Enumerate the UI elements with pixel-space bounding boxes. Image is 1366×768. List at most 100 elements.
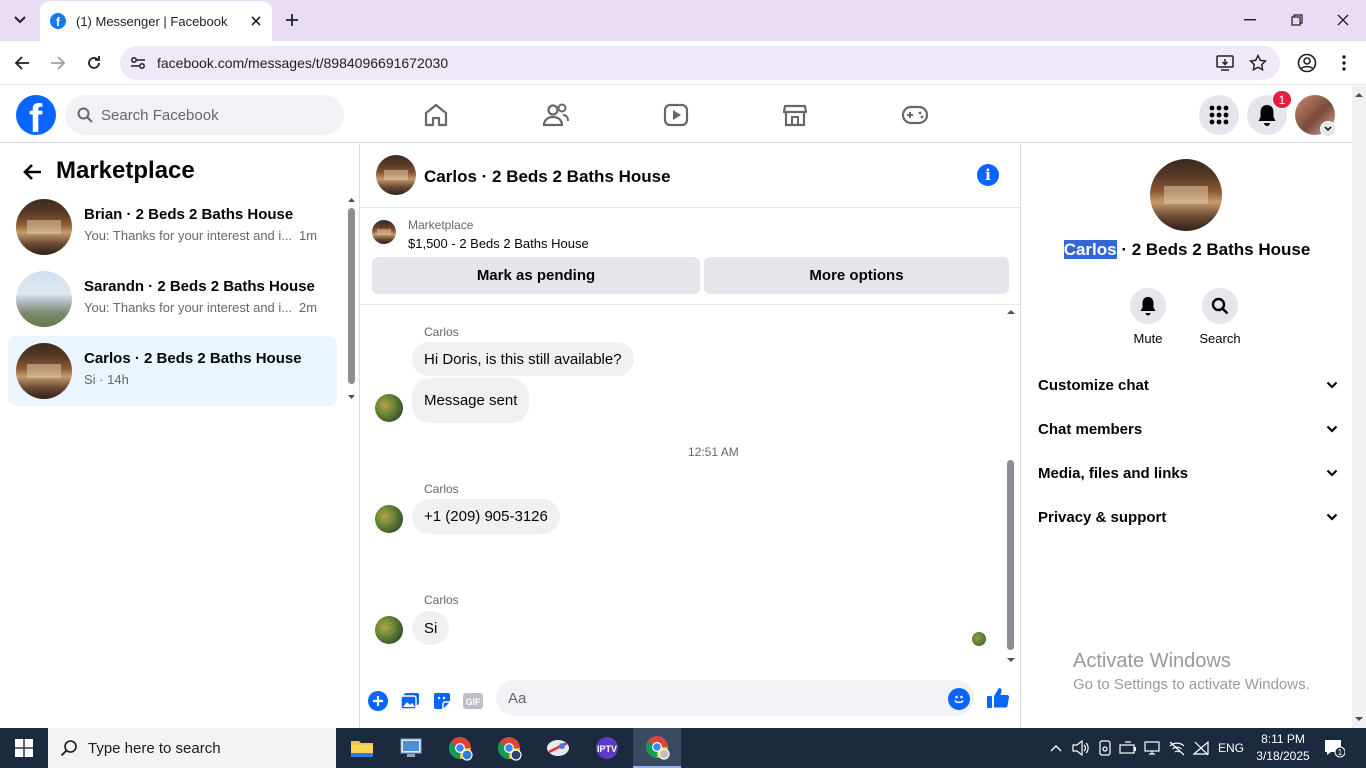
restore-window-icon[interactable]	[1280, 6, 1314, 34]
url-text: facebook.com/messages/t/8984096691672030	[157, 55, 449, 71]
marketplace-icon[interactable]	[780, 100, 810, 130]
action-center-icon[interactable]: 1	[1322, 736, 1346, 760]
tray-chevron-up-icon[interactable]	[1046, 728, 1066, 768]
message-input-box[interactable]	[496, 680, 974, 716]
battery-icon[interactable]	[1117, 728, 1139, 768]
site-info-icon[interactable]	[126, 51, 150, 75]
minimize-window-icon[interactable]	[1233, 6, 1267, 34]
sender-avatar[interactable]	[375, 394, 403, 422]
watermark-line2: Go to Settings to activate Windows.	[1073, 676, 1310, 693]
message-thread: Carlos Hi Doris, is this still available…	[361, 306, 1021, 676]
taskbar-search-box[interactable]	[48, 728, 336, 768]
listing-label: Marketplace	[408, 218, 474, 232]
forward-arrow-icon[interactable]	[44, 49, 72, 77]
network-icon[interactable]	[1142, 728, 1164, 768]
facebook-search-box[interactable]	[65, 95, 344, 135]
search-in-conversation-button[interactable]: Search	[1188, 288, 1252, 346]
page-scrollbar[interactable]	[1352, 86, 1366, 728]
facebook-favicon-icon: f	[50, 13, 66, 29]
sender-avatar[interactable]	[375, 616, 403, 644]
gif-icon[interactable]: GIF	[461, 689, 485, 713]
chrome-profile-1-icon[interactable]	[436, 728, 484, 768]
more-options-button[interactable]: More options	[704, 257, 1009, 294]
chat-members-section[interactable]: Chat members	[1038, 409, 1338, 449]
facebook-search-input[interactable]	[101, 106, 321, 124]
sender-avatar[interactable]	[375, 505, 403, 533]
message-bubble[interactable]: Message sent	[412, 378, 530, 423]
conversation-snippet: You: Thanks for your interest and i...	[84, 228, 293, 243]
browser-menu-kebab-icon[interactable]	[1330, 49, 1358, 77]
info-icon[interactable]: i	[977, 164, 999, 186]
conversation-item-active[interactable]: Carlos · 2 Beds 2 Baths House Si · 14h	[8, 336, 337, 406]
chat-title[interactable]: Carlos · 2 Beds 2 Baths House	[424, 167, 671, 187]
address-bar[interactable]: facebook.com/messages/t/8984096691672030	[120, 46, 1280, 80]
svg-text:GIF: GIF	[466, 697, 482, 707]
message-bubble[interactable]: Si	[412, 611, 450, 645]
new-tab-plus-icon[interactable]	[280, 8, 304, 32]
message-input[interactable]	[508, 689, 928, 707]
photo-attach-icon[interactable]	[398, 689, 422, 713]
volume-icon[interactable]	[1070, 728, 1092, 768]
emoji-icon[interactable]	[948, 688, 970, 710]
section-label: Privacy & support	[1038, 508, 1167, 526]
clock-date: 3/18/2025	[1256, 749, 1310, 763]
chat-scrollbar[interactable]	[1005, 308, 1017, 664]
conversation-item[interactable]: Sarandn · 2 Beds 2 Baths House You: Than…	[8, 264, 337, 334]
control-panel-icon[interactable]	[387, 728, 435, 768]
listing-thumbnail[interactable]	[372, 220, 396, 244]
language-indicator[interactable]: ENG	[1214, 728, 1248, 768]
friends-icon[interactable]	[541, 100, 571, 130]
chrome-active-icon[interactable]	[633, 728, 681, 768]
mute-button[interactable]: Mute	[1116, 288, 1180, 346]
sticker-icon[interactable]	[430, 689, 454, 713]
watermark-line1: Activate Windows	[1073, 650, 1231, 672]
conversation-list-scrollbar[interactable]	[347, 196, 356, 399]
message-bubble[interactable]: Hi Doris, is this still available?	[412, 342, 634, 376]
section-label: Media, files and links	[1038, 464, 1189, 482]
conversation-item[interactable]: Brian · 2 Beds 2 Baths House You: Thanks…	[8, 192, 337, 262]
section-label: Customize chat	[1038, 376, 1149, 394]
chrome-profile-2-icon[interactable]	[485, 728, 533, 768]
chevron-down-icon	[1326, 513, 1338, 521]
cellular-off-icon[interactable]	[1190, 728, 1212, 768]
system-clock[interactable]: 8:11 PM 3/18/2025	[1252, 731, 1314, 765]
media-files-links-section[interactable]: Media, files and links	[1038, 453, 1338, 493]
mark-as-pending-button[interactable]: Mark as pending	[372, 257, 700, 294]
account-chevron-down-icon[interactable]	[1320, 121, 1336, 137]
facebook-logo-icon[interactable]: f	[16, 95, 56, 135]
notification-count-badge: 1	[1272, 90, 1292, 109]
wifi-off-icon[interactable]	[1166, 728, 1188, 768]
install-app-icon[interactable]	[1213, 51, 1237, 75]
scrollbar-thumb[interactable]	[1007, 460, 1014, 650]
customize-chat-section[interactable]: Customize chat	[1038, 365, 1338, 405]
bookmark-star-icon[interactable]	[1246, 51, 1270, 75]
menu-grid-icon[interactable]	[1199, 95, 1239, 135]
home-icon[interactable]	[421, 100, 451, 130]
taskbar-search-input[interactable]	[88, 739, 318, 757]
action-center-count: 1	[1338, 748, 1343, 757]
profile-icon[interactable]	[1293, 49, 1321, 77]
close-window-icon[interactable]	[1326, 6, 1360, 34]
tab-close-icon[interactable]	[244, 9, 268, 33]
tab-search-chevron-icon[interactable]	[6, 8, 34, 32]
listing-price[interactable]: $1,500 - 2 Beds 2 Baths House	[408, 236, 589, 251]
scrollbar-thumb[interactable]	[348, 208, 355, 384]
windows-start-icon[interactable]	[0, 728, 48, 768]
meet-now-icon[interactable]	[1095, 728, 1115, 768]
game-app-icon[interactable]	[534, 728, 582, 768]
browser-tab[interactable]: f (1) Messenger | Facebook	[40, 1, 272, 41]
plus-circle-icon[interactable]	[366, 689, 390, 713]
chat-avatar[interactable]	[376, 155, 416, 195]
video-icon[interactable]	[661, 100, 691, 130]
back-arrow-icon[interactable]	[8, 49, 36, 77]
media-app-icon[interactable]: IPTV	[583, 728, 631, 768]
back-arrow-icon[interactable]	[20, 160, 44, 184]
gaming-icon[interactable]	[900, 100, 930, 130]
conversation-snippet: You: Thanks for your interest and i...	[84, 300, 293, 315]
chat-info-avatar[interactable]	[1150, 159, 1222, 231]
file-explorer-icon[interactable]	[338, 728, 386, 768]
thumbs-up-icon[interactable]	[986, 686, 1010, 710]
reload-icon[interactable]	[80, 49, 108, 77]
privacy-support-section[interactable]: Privacy & support	[1038, 497, 1338, 537]
message-bubble[interactable]: +1 (209) 905-3126	[412, 499, 560, 534]
